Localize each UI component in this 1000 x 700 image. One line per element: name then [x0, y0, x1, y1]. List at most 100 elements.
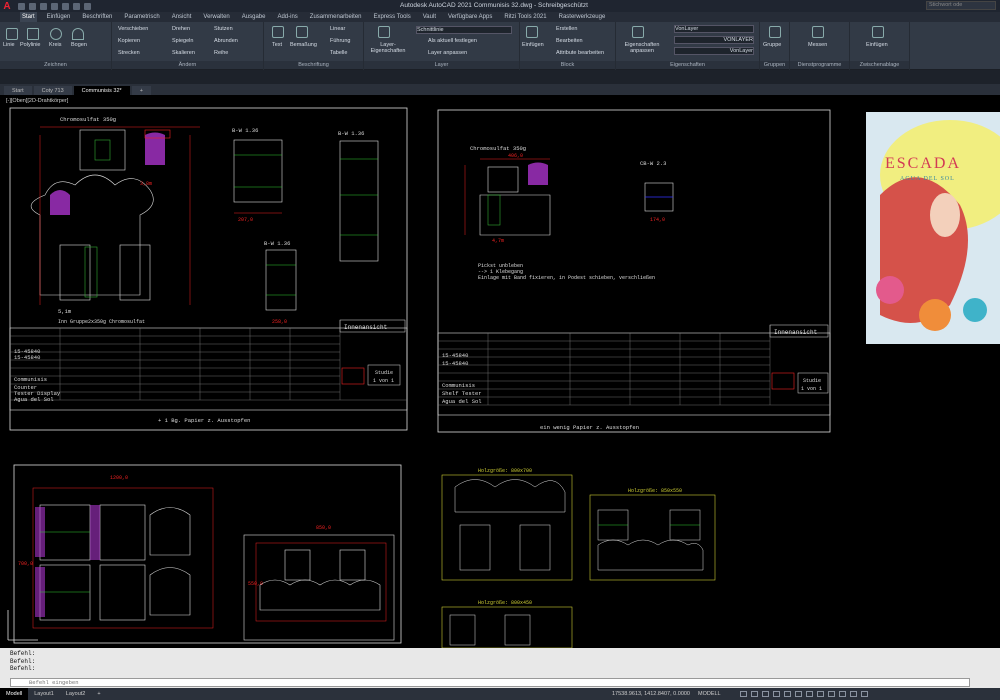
drawing-svg[interactable]: Chromosulfat 350g 3,8m 5,1m Inn Gruppe2x… [0, 95, 1000, 649]
tool-einfuegen-zwischenablage[interactable]: Einfügen [866, 42, 888, 48]
new-icon[interactable] [18, 2, 25, 10]
tool-abrunden[interactable]: Abrunden [214, 38, 238, 44]
tool-layer-anpassen[interactable]: Layer anpassen [428, 50, 467, 56]
layer-dropdown[interactable]: Schnittlinie [416, 26, 512, 34]
undo-icon[interactable] [73, 2, 80, 10]
command-line[interactable]: Befehl: Befehl: Befehl: Befehl eingeben [0, 648, 1000, 688]
tool-polylinie[interactable]: Polylinie [20, 42, 40, 48]
search-input[interactable]: Stichwort ode [926, 1, 996, 10]
text-icon[interactable] [272, 26, 284, 38]
sheet-2[interactable]: Chromosulfat 350g 406,0 4,7m CB-W 2.3 17… [437, 109, 831, 433]
insert-block-icon[interactable] [526, 26, 538, 38]
paste-icon[interactable] [872, 26, 884, 38]
polyline-icon[interactable] [27, 28, 39, 40]
tool-kopieren[interactable]: Kopieren [118, 38, 140, 44]
doc-tab-coty-713[interactable]: Coty 713 [33, 86, 72, 95]
match-properties-icon[interactable] [632, 26, 644, 38]
circle-icon[interactable] [50, 28, 62, 40]
escada-image[interactable]: ESCADA AGUA DEL SOL [866, 112, 1000, 344]
tool-skalieren[interactable]: Skalieren [172, 50, 195, 56]
tool-attribute[interactable]: Attribute bearbeiten [556, 50, 604, 56]
tool-layer-eigenschaften[interactable]: Layer-Eigenschaften [368, 42, 408, 54]
tool-als-aktuell[interactable]: Als aktuell festlegen [428, 38, 477, 44]
tool-text[interactable]: Text [272, 42, 282, 48]
customize-icon[interactable] [861, 691, 868, 697]
autocad-logo[interactable]: A [0, 0, 14, 12]
tab-layout1[interactable]: Layout1 [28, 688, 60, 700]
tool-spiegeln[interactable]: Spiegeln [172, 38, 193, 44]
model-space-button[interactable]: MODELL [698, 688, 721, 700]
line-icon[interactable] [6, 28, 18, 40]
ribbon-tab-express-tools[interactable]: Express Tools [372, 12, 413, 22]
ribbon-tab-ansicht[interactable]: Ansicht [170, 12, 194, 22]
tool-tabelle[interactable]: Tabelle [330, 50, 347, 56]
arc-icon[interactable] [72, 28, 84, 40]
ribbon-tab-ritzi-tools-2021[interactable]: Ritzi Tools 2021 [502, 12, 548, 22]
lineweight-icon[interactable] [806, 691, 813, 697]
layout-3[interactable]: 1200,0 700,0 850,0 550,0 [13, 464, 402, 644]
dimension-icon[interactable] [296, 26, 308, 38]
add-layout-button[interactable]: + [91, 688, 106, 700]
lineweight-dropdown[interactable]: VonLayer [674, 47, 754, 55]
tool-einfuegen[interactable]: Einfügen [522, 42, 544, 48]
ribbon-tab-rasterwerkzeuge[interactable]: Rasterwerkzeuge [557, 12, 608, 22]
selection-cycling-icon[interactable] [828, 691, 835, 697]
tool-eigenschaften-anpassen[interactable]: Eigenschaften anpassen [620, 42, 664, 54]
otrack-icon[interactable] [795, 691, 802, 697]
tool-messen[interactable]: Messen [808, 42, 827, 48]
ribbon-tab-einf-gen[interactable]: Einfügen [45, 12, 73, 22]
tool-drehen[interactable]: Drehen [172, 26, 190, 32]
doc-tab-communisis-32-[interactable]: Communisis 32* [73, 86, 130, 95]
tool-stutzen[interactable]: Stutzen [214, 26, 233, 32]
ribbon-tab-verf-gbare-apps[interactable]: Verfügbare Apps [446, 12, 494, 22]
tool-bearbeiten[interactable]: Bearbeiten [556, 38, 583, 44]
ribbon-tab-ausgabe[interactable]: Ausgabe [240, 12, 268, 22]
layer-properties-icon[interactable] [378, 26, 390, 38]
layout-6[interactable]: Holzgröße: 850x550 [589, 488, 716, 581]
save-icon[interactable] [40, 2, 47, 10]
tool-fuehrung[interactable]: Führung [330, 38, 351, 44]
open-icon[interactable] [29, 2, 36, 10]
drawing-canvas[interactable]: Chromosulfat 350g 3,8m 5,1m Inn Gruppe2x… [0, 95, 1000, 649]
ribbon-tab-vault[interactable]: Vault [421, 12, 438, 22]
redo-icon[interactable] [84, 2, 91, 10]
ribbon-tab-add-ins[interactable]: Add-ins [275, 12, 299, 22]
ribbon-tab-beschriften[interactable]: Beschriften [80, 12, 114, 22]
osnap-icon[interactable] [784, 691, 791, 697]
tool-verschieben[interactable]: Verschieben [118, 26, 148, 32]
linetype-dropdown[interactable]: VONLAYER [674, 36, 754, 44]
ribbon-tab-verwalten[interactable]: Verwalten [201, 12, 231, 22]
layout-7[interactable]: Holzgröße: 800x450 [441, 600, 573, 649]
tab-model[interactable]: Modell [0, 688, 29, 700]
ribbon-tab-start[interactable]: Start [20, 12, 37, 22]
group-icon[interactable] [769, 26, 781, 38]
measure-icon[interactable] [812, 26, 824, 38]
tool-erstellen[interactable]: Erstellen [556, 26, 577, 32]
viewport-controls[interactable]: [-][Oben][2D-Drahtkörper] [6, 98, 68, 104]
ortho-icon[interactable] [762, 691, 769, 697]
tool-linear[interactable]: Linear [330, 26, 345, 32]
transparency-icon[interactable] [817, 691, 824, 697]
sheet-1[interactable]: Chromosulfat 350g 3,8m 5,1m Inn Gruppe2x… [9, 107, 408, 431]
snap-icon[interactable] [751, 691, 758, 697]
tool-kreis[interactable]: Kreis [49, 42, 62, 48]
tool-gruppe[interactable]: Gruppe [763, 42, 781, 48]
print-icon[interactable] [62, 2, 69, 10]
new-doc-tab-button[interactable]: + [131, 86, 151, 95]
polar-icon[interactable] [773, 691, 780, 697]
color-dropdown[interactable]: VonLayer [674, 25, 754, 33]
grid-icon[interactable] [740, 691, 747, 697]
tool-strecken[interactable]: Strecken [118, 50, 140, 56]
ribbon-tab-zusammenarbeiten[interactable]: Zusammenarbeiten [308, 12, 364, 22]
command-input[interactable]: Befehl eingeben [10, 678, 970, 687]
annotation-scale-icon[interactable] [839, 691, 846, 697]
saveas-icon[interactable] [51, 2, 58, 10]
tab-layout2[interactable]: Layout2 [60, 688, 92, 700]
tool-bogen[interactable]: Bogen [71, 42, 87, 48]
ribbon-tab-parametrisch[interactable]: Parametrisch [122, 12, 161, 22]
tool-bemassung[interactable]: Bemaßung [290, 42, 317, 48]
workspace-icon[interactable] [850, 691, 857, 697]
tool-reihe[interactable]: Reihe [214, 50, 228, 56]
layout-5[interactable]: Holzgröße: 800x700 [441, 468, 573, 581]
tool-linie[interactable]: Linie [3, 42, 15, 48]
